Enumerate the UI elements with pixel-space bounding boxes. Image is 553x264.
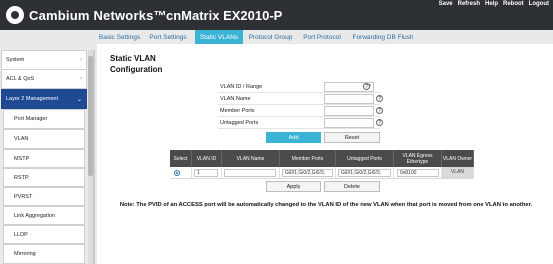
tab-protocol-group[interactable]: Protocol Group <box>245 30 296 44</box>
top-header: Cambium Networks™ cnMatrix EX2010-P Save… <box>0 0 553 30</box>
sidebar-item-label: ACL & QoS <box>6 76 35 82</box>
row-select-radio[interactable] <box>174 170 180 176</box>
member-ports-cell-input[interactable]: Gi0/1,Gi0/2,Gi0/3, <box>282 169 333 177</box>
header-links: Save Refresh Help Reboot Logout <box>439 1 549 7</box>
sidebar-item-port-manager[interactable]: Port Manager <box>3 109 85 129</box>
chevron-right-icon: › <box>80 57 82 63</box>
table-cell-ethertype: 0x8100 <box>394 167 442 179</box>
reboot-link[interactable]: Reboot <box>503 1 524 7</box>
vlan-name-label: VLAN Name <box>220 96 251 102</box>
table-cell-member-ports: Gi0/1,Gi0/2,Gi0/3, <box>280 167 336 179</box>
form-row-vlan-name: VLAN Name ? <box>218 94 383 105</box>
form-row-member-ports: Member Ports ? <box>218 106 383 117</box>
reset-button[interactable]: Reset <box>324 132 380 143</box>
ethertype-cell-input[interactable]: 0x8100 <box>397 169 439 177</box>
sidebar-item-lldp[interactable]: LLDP <box>3 225 85 244</box>
chevron-right-icon: › <box>80 76 82 82</box>
untagged-ports-input[interactable] <box>324 118 374 128</box>
sidebar-scrollbar-thumb[interactable] <box>88 56 93 176</box>
column-header: Untagged Ports <box>336 150 394 167</box>
vlan-name-input[interactable] <box>324 94 374 104</box>
sidebar-item-label: MSTP <box>14 155 30 162</box>
delete-button[interactable]: Delete <box>324 181 380 192</box>
sidebar-item-label: Link Aggregation <box>14 212 55 219</box>
help-link[interactable]: Help <box>485 1 498 7</box>
table-cell-untagged-ports: Gi0/1,Gi0/2,Gi0/3, <box>336 167 394 179</box>
column-header: Select <box>170 150 192 167</box>
form-row-vlan-id: VLAN ID / Range ▾ ? <box>218 82 380 93</box>
brand-name: Cambium Networks™ <box>29 8 167 23</box>
help-icon[interactable]: ? <box>376 119 383 126</box>
member-ports-input[interactable] <box>324 106 374 116</box>
vlan-name-cell-input[interactable] <box>224 169 276 177</box>
cambium-logo-icon <box>6 6 24 24</box>
column-header: VLAN ID <box>192 150 222 167</box>
table-cell-vlan-name <box>222 167 280 179</box>
refresh-link[interactable]: Refresh <box>458 1 480 7</box>
table-cell-vlan-id: 1 <box>192 167 222 179</box>
help-icon[interactable]: ? <box>376 95 383 102</box>
vlan-id-label: VLAN ID / Range <box>220 84 263 90</box>
sidebar-item-layer2-management[interactable]: Layer 2 Management ⌄ <box>1 89 87 109</box>
sidebar-item-label: LLDP <box>14 231 28 238</box>
column-header: VLAN Egress Ethertype <box>394 150 442 167</box>
table-cell-select <box>170 167 192 179</box>
device-model: cnMatrix EX2010-P <box>166 8 283 23</box>
member-ports-label: Member Ports <box>220 108 255 114</box>
sidebar-item-label: PVRST <box>14 193 33 200</box>
sidebar-item-label: RSTP <box>14 174 29 181</box>
tab-forwarding-db-flush[interactable]: Forwarding DB Flush <box>348 30 418 44</box>
sidebar-item-label: VLAN <box>14 136 29 142</box>
page-title: Static VLAN Configuration <box>110 54 163 74</box>
apply-button[interactable]: Apply <box>266 181 321 192</box>
help-icon[interactable]: ? <box>376 107 383 114</box>
vlan-id-cell-input[interactable]: 1 <box>194 169 218 177</box>
form-row-untagged-ports: Untagged Ports ? <box>218 118 383 129</box>
column-header: VLAN Owner <box>442 150 474 167</box>
tab-static-vlans[interactable]: Static VLANs <box>195 30 243 44</box>
column-header: Member Ports <box>280 150 336 167</box>
help-icon[interactable]: ? <box>363 83 370 90</box>
untagged-ports-label: Untagged Ports <box>220 120 259 126</box>
sidebar-item-label: System <box>6 57 25 63</box>
tab-port-protocol[interactable]: Port Protocol <box>299 30 345 44</box>
tab-basic-settings[interactable]: Basic Settings <box>97 30 142 44</box>
sidebar-item-mstp[interactable]: MSTP <box>3 149 85 168</box>
sidebar-item-label: Layer 2 Management <box>6 96 58 102</box>
vlan-owner-value: VLAN <box>450 169 465 175</box>
sidebar-item-label: Port Manager <box>14 116 48 122</box>
logout-link[interactable]: Logout <box>529 1 549 7</box>
column-header: VLAN Name <box>222 150 280 167</box>
sidebar-item-link-aggregation[interactable]: Link Aggregation <box>3 206 85 225</box>
untagged-ports-cell-input[interactable]: Gi0/1,Gi0/2,Gi0/3, <box>338 169 391 177</box>
chevron-down-icon: ⌄ <box>76 96 82 103</box>
sidebar-item-vlan[interactable]: VLAN <box>3 129 85 149</box>
sidebar-item-acl-qos[interactable]: ACL & QoS › <box>1 69 87 89</box>
sidebar-item-system[interactable]: System › <box>1 50 87 70</box>
sidebar-item-rstp[interactable]: RSTP <box>3 168 85 187</box>
sidebar-item-mirroring[interactable]: Mirroring <box>3 244 85 264</box>
sidebar-item-label: Mirroring <box>14 251 36 257</box>
table-cell-owner: VLAN <box>442 167 474 179</box>
save-link[interactable]: Save <box>439 1 453 7</box>
add-button[interactable]: Add <box>266 132 321 143</box>
sidebar-item-pvrst[interactable]: PVRST <box>3 187 85 206</box>
tab-port-settings[interactable]: Port Settings <box>145 30 191 44</box>
pvid-note: Note: The PVID of an ACCESS port will be… <box>119 202 533 208</box>
